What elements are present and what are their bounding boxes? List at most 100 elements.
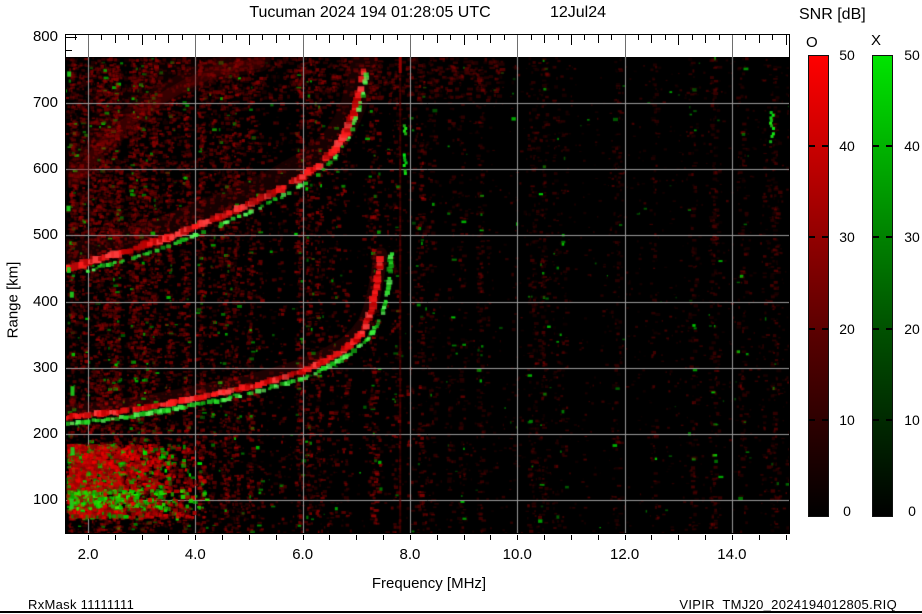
x-axis-title: Frequency [MHz]: [371, 575, 487, 592]
top-axis-tick: [772, 35, 774, 40]
bottom-axis-tick: [624, 535, 626, 540]
y-axis-title: Range [km]: [4, 261, 22, 339]
top-axis-tick: [490, 35, 492, 43]
ionogram-page: Tucuman 2024 194 01:28:05 UTC 12Jul24 10…: [0, 0, 922, 614]
bottom-axis-tick: [651, 535, 653, 540]
rxmask-label: RxMask 11111111: [28, 597, 135, 612]
top-axis-tick: [785, 35, 787, 45]
top-axis-tick: [342, 35, 344, 40]
colorbar-tick-label: 40: [904, 138, 920, 155]
top-axis-tick: [503, 35, 505, 40]
colorbar-tick-label: 10: [839, 411, 855, 428]
colorbar-tick-label: 20: [839, 320, 855, 337]
bottom-axis-tick: [678, 535, 680, 540]
top-axis-tick: [705, 35, 707, 43]
colorbar-tick-label: 20: [904, 320, 920, 337]
colorbar-tick-dash: [809, 236, 828, 239]
grid-gap-line: [88, 35, 89, 57]
grid-gap-line: [624, 35, 626, 57]
colorbar-tick-label: 40: [839, 138, 855, 155]
left-axis-tick: [66, 37, 77, 39]
top-axis-tick: [423, 35, 425, 40]
left-axis-tick: [66, 50, 72, 52]
bottom-axis-tick: [731, 535, 733, 540]
top-axis-tick: [329, 35, 331, 43]
top-axis-tick: [584, 35, 586, 40]
colorbar-tick-label: 0: [908, 503, 916, 519]
bottom-axis-tick: [705, 535, 707, 540]
bottom-axis-tick: [785, 535, 787, 540]
top-axis-tick: [651, 35, 653, 43]
colorbar-tick-dash: [873, 236, 892, 239]
colorbar-tick-dash: [873, 145, 892, 148]
colorbar-o-mode-label: O: [806, 34, 818, 51]
top-axis-tick: [114, 35, 116, 43]
top-axis-tick: [275, 35, 277, 43]
x-tick-label: 10.0: [502, 546, 532, 563]
top-axis-tick: [262, 35, 264, 40]
top-axis-tick: [664, 35, 666, 40]
top-axis-tick: [638, 35, 640, 40]
chart-date: 12Jul24: [549, 4, 607, 21]
top-axis-tick: [316, 35, 318, 40]
top-axis-tick: [678, 35, 680, 45]
x-tick-label: 14.0: [717, 546, 747, 563]
top-axis-tick: [530, 35, 532, 40]
bottom-axis-tick: [275, 535, 277, 540]
top-axis-tick: [436, 35, 438, 43]
grid-gap-line: [409, 35, 411, 57]
bottom-axis-tick: [758, 535, 760, 540]
x-tick-label: 4.0: [184, 546, 206, 563]
top-axis-tick: [718, 35, 720, 40]
bottom-axis-tick: [490, 535, 492, 540]
colorbar-tick-dash: [809, 327, 828, 330]
top-axis-tick: [168, 35, 170, 43]
colorbar-title: SNR [dB]: [799, 6, 866, 23]
top-axis-tick: [477, 35, 479, 40]
top-axis-tick: [691, 35, 693, 40]
colorbar-tick-label: 0: [843, 503, 851, 519]
top-axis-tick: [597, 35, 599, 43]
top-axis-tick: [570, 35, 572, 45]
top-axis-tick: [248, 35, 250, 45]
bottom-axis-tick: [222, 535, 224, 540]
top-axis-tick: [758, 35, 760, 43]
colorbar-tick-label: 30: [839, 229, 855, 246]
top-axis-tick: [611, 35, 613, 40]
top-axis-tick: [383, 35, 385, 43]
bottom-axis-tick: [114, 535, 116, 540]
colorbar-tick-dash: [873, 418, 892, 421]
bottom-axis-tick: [597, 535, 599, 540]
y-tick-label: 500: [32, 226, 58, 244]
top-axis-tick: [155, 35, 157, 40]
bottom-axis-tick: [329, 535, 331, 540]
y-tick-label: 200: [32, 424, 58, 442]
grid-gap-line: [517, 35, 519, 57]
grid-gap-line: [302, 35, 304, 57]
top-axis-tick: [463, 35, 465, 45]
bottom-rule: [0, 611, 922, 613]
bottom-axis-tick: [168, 535, 170, 540]
top-axis-tick: [235, 35, 237, 40]
bottom-axis-tick: [195, 535, 197, 540]
top-axis-tick: [222, 35, 224, 43]
bottom-axis-tick: [356, 535, 358, 540]
top-axis-tick: [369, 35, 371, 40]
bottom-axis-tick: [141, 535, 143, 540]
colorbar-tick-label: 50: [839, 47, 855, 63]
x-tick-label: 8.0: [399, 546, 421, 563]
top-axis-tick: [450, 35, 452, 40]
top-axis-tick: [128, 35, 130, 40]
top-axis-tick: [356, 35, 358, 45]
top-axis-tick: [745, 35, 747, 40]
grid-gap-line: [195, 35, 197, 57]
grid-gap-line: [731, 35, 733, 57]
y-tick-label: 700: [32, 94, 58, 112]
bottom-axis-tick: [409, 535, 411, 540]
x-tick-label: 12.0: [609, 546, 640, 563]
bottom-axis-tick: [544, 535, 546, 540]
top-axis-tick: [396, 35, 398, 40]
bottom-axis-tick: [302, 535, 304, 540]
colorbar-x-gradient: [872, 55, 893, 517]
plot-frame: [65, 34, 790, 534]
